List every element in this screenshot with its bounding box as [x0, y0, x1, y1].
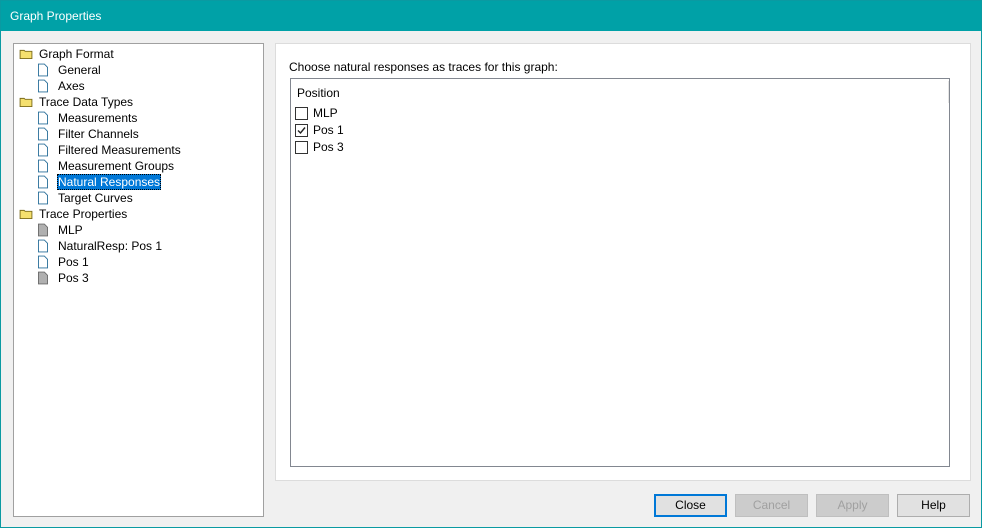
- list-item-label: MLP: [313, 106, 338, 120]
- folder-icon: [19, 49, 33, 59]
- folder-icon: [19, 209, 33, 219]
- tree-label: General: [58, 63, 101, 77]
- checkbox-pos1[interactable]: [295, 124, 308, 137]
- tree-label: Filtered Measurements: [58, 143, 181, 157]
- page-icon: [38, 255, 48, 269]
- graph-properties-window: Graph Properties Graph Format General Ax…: [0, 0, 982, 528]
- header-divider: [948, 81, 949, 103]
- page-icon: [38, 111, 48, 125]
- list-item-label: Pos 3: [313, 140, 344, 154]
- list-item-label: Pos 1: [313, 123, 344, 137]
- gray-page-icon: [38, 271, 48, 285]
- position-listbox[interactable]: Position MLP Pos 1 Pos 3: [290, 78, 950, 467]
- navigation-tree[interactable]: Graph Format General Axes Trace Data Typ…: [13, 43, 264, 517]
- column-header-position[interactable]: Position: [297, 86, 340, 100]
- tree-label: Pos 3: [58, 271, 89, 285]
- checkbox-mlp[interactable]: [295, 107, 308, 120]
- page-icon: [38, 239, 48, 253]
- page-icon: [38, 79, 48, 93]
- checkbox-pos3[interactable]: [295, 141, 308, 154]
- tree-label: Natural Responses: [57, 174, 162, 190]
- tree-label: MLP: [58, 223, 83, 237]
- tree-label: Axes: [58, 79, 85, 93]
- cancel-button[interactable]: Cancel: [735, 494, 808, 517]
- gray-page-icon: [38, 223, 48, 237]
- tree-label: Filter Channels: [58, 127, 139, 141]
- title-bar[interactable]: Graph Properties: [1, 1, 981, 31]
- folder-icon: [19, 97, 33, 107]
- natural-responses-panel: Choose natural responses as traces for t…: [275, 43, 971, 481]
- close-button[interactable]: Close: [654, 494, 727, 517]
- window-title: Graph Properties: [10, 9, 102, 23]
- tree-label: Trace Properties: [39, 207, 128, 221]
- page-icon: [38, 191, 48, 205]
- tree-label: Target Curves: [58, 191, 133, 205]
- apply-button[interactable]: Apply: [816, 494, 889, 517]
- page-icon: [38, 159, 48, 173]
- tree-label: Pos 1: [58, 255, 89, 269]
- tree-label: Graph Format: [39, 47, 114, 61]
- help-button[interactable]: Help: [897, 494, 970, 517]
- panel-prompt: Choose natural responses as traces for t…: [289, 60, 558, 74]
- tree-label: Measurements: [58, 111, 138, 125]
- tree-label: NaturalResp: Pos 1: [58, 239, 163, 253]
- page-icon: [38, 63, 48, 77]
- page-icon: [38, 175, 48, 189]
- page-icon: [38, 127, 48, 141]
- tree-label: Measurement Groups: [58, 159, 175, 173]
- checkmark-icon: [297, 127, 306, 135]
- tree-label: Trace Data Types: [39, 95, 134, 109]
- page-icon: [38, 143, 48, 157]
